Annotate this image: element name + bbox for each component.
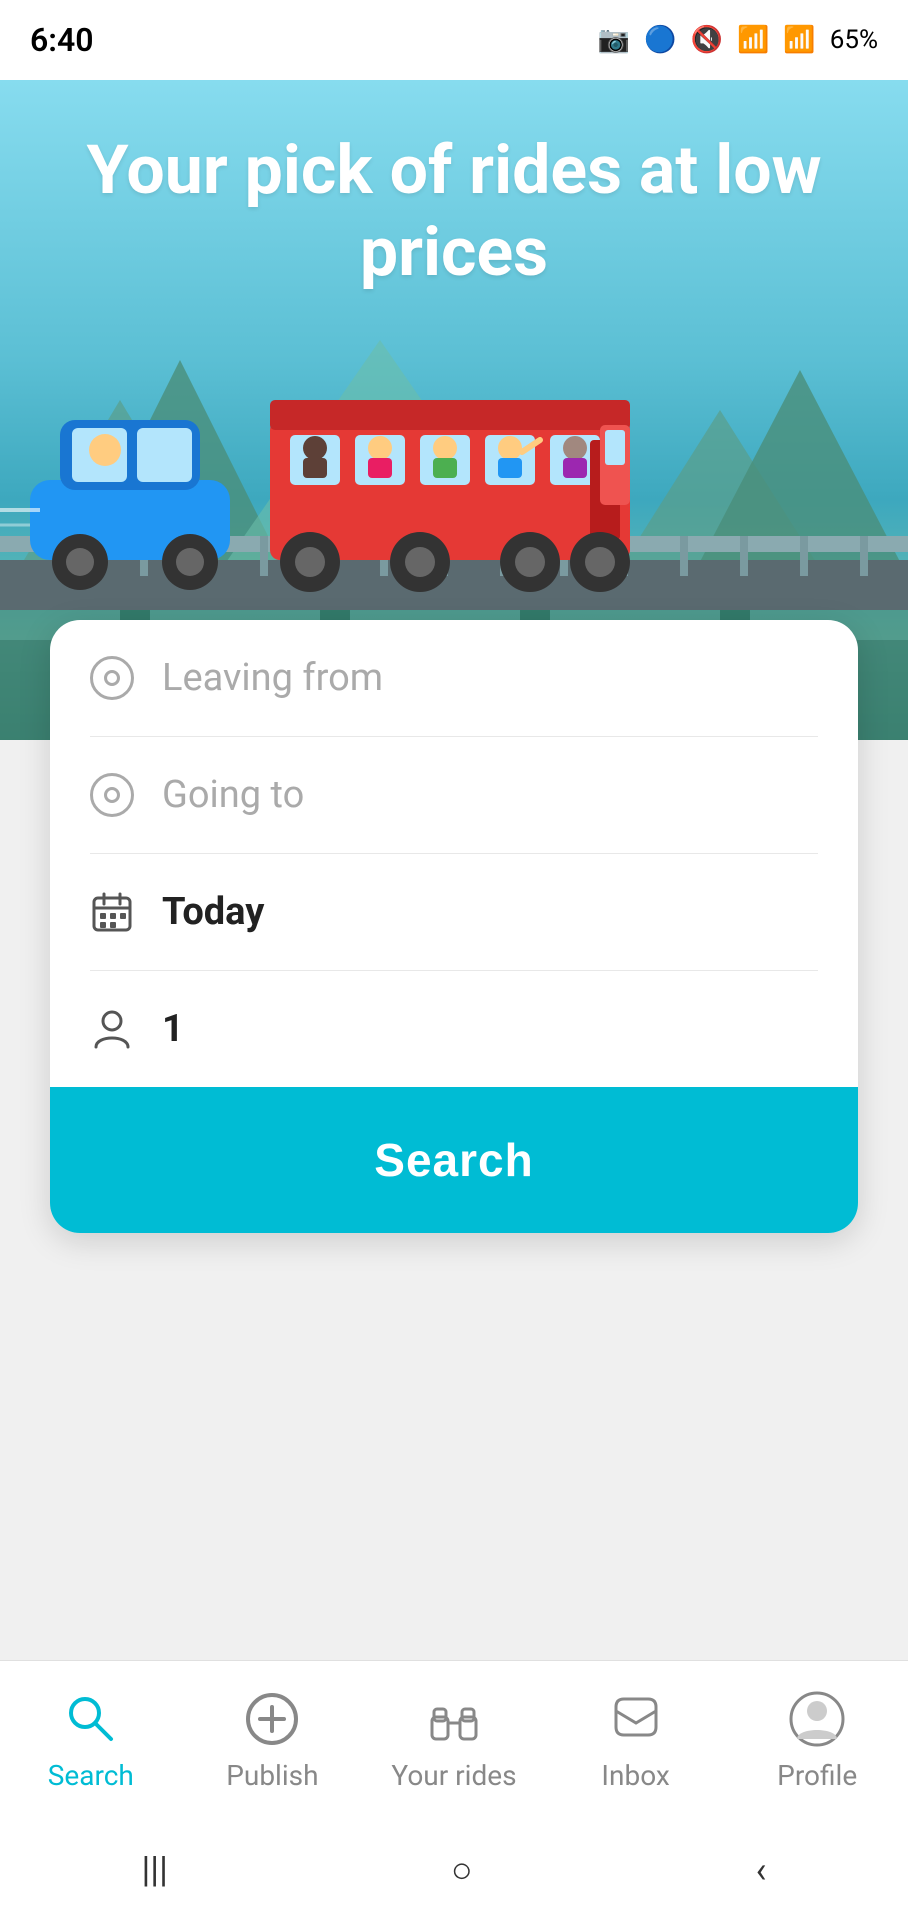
passengers-field[interactable]: 1 [50, 971, 858, 1087]
status-bar: 6:40 📷 🔵 🔇 📶 📶 65% [0, 0, 908, 80]
bottom-navigation: Search Publish Your rides [0, 1660, 908, 1820]
your-rides-nav-label: Your rides [391, 1759, 516, 1792]
profile-nav-icon [787, 1689, 847, 1749]
inbox-nav-label: Inbox [601, 1759, 669, 1792]
signal-icon: 📶 [783, 25, 815, 55]
going-to-label: Going to [162, 773, 304, 817]
date-field[interactable]: Today [50, 854, 858, 970]
search-nav-icon [61, 1689, 121, 1749]
nav-item-inbox[interactable]: Inbox [545, 1689, 727, 1792]
going-to-radio-icon [90, 773, 134, 817]
status-icons: 📷 🔵 🔇 📶 📶 65% [598, 25, 878, 55]
status-time: 6:40 [30, 21, 94, 59]
calendar-icon [90, 890, 134, 934]
nav-item-profile[interactable]: Profile [726, 1689, 908, 1792]
leaving-from-radio-icon [90, 656, 134, 700]
going-to-field[interactable]: Going to [50, 737, 858, 853]
camera-icon: 📷 [598, 25, 630, 55]
person-icon [90, 1007, 134, 1051]
android-back-button[interactable]: ‹ [756, 1849, 767, 1891]
android-menu-button[interactable]: ||| [142, 1849, 168, 1891]
passengers-count: 1 [162, 1007, 184, 1051]
nav-item-your-rides[interactable]: Your rides [363, 1689, 545, 1792]
android-home-button[interactable]: ○ [451, 1849, 473, 1891]
date-label: Today [162, 890, 264, 934]
search-card: Leaving from Going to Today [50, 620, 858, 1233]
your-rides-nav-icon [424, 1689, 484, 1749]
mute-icon: 🔇 [691, 25, 723, 55]
bluetooth-icon: 🔵 [644, 25, 676, 55]
wifi-icon: 📶 [737, 25, 769, 55]
publish-nav-label: Publish [226, 1759, 318, 1792]
nav-item-publish[interactable]: Publish [182, 1689, 364, 1792]
search-button[interactable]: Search [50, 1087, 858, 1233]
search-nav-label: Search [48, 1759, 134, 1792]
leaving-from-field[interactable]: Leaving from [50, 620, 858, 736]
android-nav-bar: ||| ○ ‹ [0, 1820, 908, 1920]
profile-nav-label: Profile [777, 1759, 857, 1792]
publish-nav-icon [242, 1689, 302, 1749]
nav-item-search[interactable]: Search [0, 1689, 182, 1792]
leaving-from-label: Leaving from [162, 656, 383, 700]
inbox-nav-icon [606, 1689, 666, 1749]
battery-label: 65% [830, 25, 878, 55]
